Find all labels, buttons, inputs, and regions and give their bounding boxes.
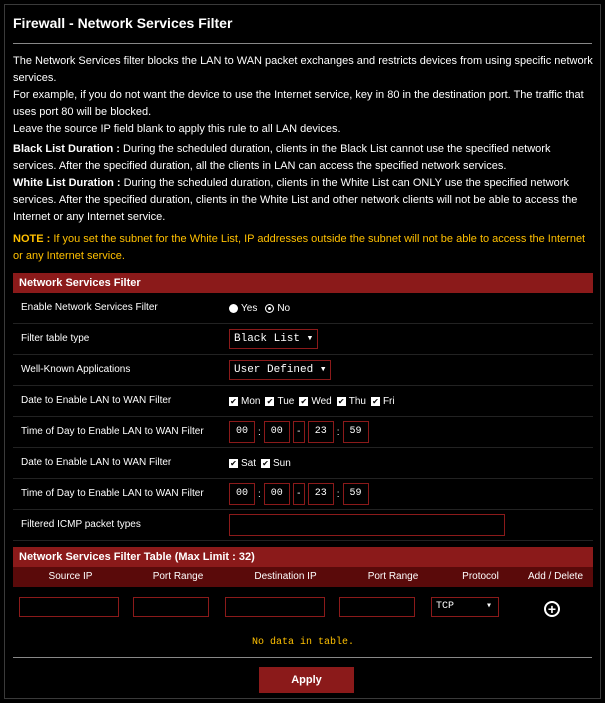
- source-port-input[interactable]: [133, 597, 209, 617]
- destination-port-input[interactable]: [339, 597, 415, 617]
- yes-radio[interactable]: [229, 303, 238, 313]
- row-time2: Time of Day to Enable LAN to WAN Filter …: [13, 479, 593, 510]
- day-label: Thu: [348, 395, 366, 407]
- chevron-down-icon: ▾: [319, 364, 327, 376]
- row-icmp: Filtered ICMP packet types: [13, 510, 593, 541]
- date2-label: Date to Enable LAN to WAN Filter: [21, 457, 172, 468]
- filter-type-select[interactable]: Black List ▾: [229, 329, 319, 349]
- col-protocol: Protocol: [462, 571, 499, 582]
- row-date2: Date to Enable LAN to WAN Filter ✔ Sat ✔ S…: [13, 448, 593, 479]
- day-checkbox[interactable]: ✔: [229, 458, 238, 468]
- desc-p3: Leave the source IP field blank to apply…: [13, 123, 341, 135]
- description: The Network Services filter blocks the L…: [13, 53, 593, 138]
- black-list-desc: Black List Duration : During the schedul…: [13, 141, 593, 175]
- day-checkbox[interactable]: ✔: [370, 396, 380, 406]
- no-label: No: [277, 302, 291, 314]
- col-source-ip: Source IP: [48, 571, 93, 582]
- row-filter-type: Filter table type Black List ▾: [13, 324, 593, 355]
- day-checkbox[interactable]: ✔: [299, 396, 309, 406]
- filter-type-value: Black List ▾: [229, 324, 319, 354]
- add-row-icon[interactable]: +: [544, 601, 560, 617]
- desc-p1: The Network Services filter blocks the L…: [13, 55, 593, 84]
- col-port-range: Port Range: [152, 571, 204, 582]
- time2-label: Time of Day to Enable LAN to WAN Filter: [21, 488, 204, 499]
- no-radio[interactable]: [265, 303, 275, 313]
- colon-separator: :: [258, 426, 261, 438]
- row-date1: Date to Enable LAN to WAN Filter ✔ Mon ✔ T…: [13, 386, 593, 417]
- start-minute-input[interactable]: 00: [263, 421, 290, 443]
- page-title: Firewall - Network Services Filter: [13, 15, 233, 31]
- note: NOTE : If you set the subnet for the Whi…: [13, 231, 593, 265]
- white-list-label: White List Duration :: [13, 177, 121, 189]
- title-divider: [13, 43, 592, 44]
- end-hour-input[interactable]: 23: [307, 483, 334, 505]
- time1-inputs: 00 : 00 - 23 : 59: [229, 417, 369, 447]
- day-checkbox[interactable]: ✔: [265, 396, 275, 406]
- day-checkbox[interactable]: ✔: [229, 396, 238, 406]
- dash-separator: -: [292, 421, 305, 443]
- end-minute-input[interactable]: 59: [342, 421, 369, 443]
- bottom-divider: [13, 657, 592, 658]
- icmp-label: Filtered ICMP packet types: [21, 519, 141, 530]
- note-label: NOTE :: [13, 233, 51, 245]
- time2-inputs: 00 : 00 - 23 : 59: [229, 479, 369, 509]
- white-list-desc: White List Duration : During the schedul…: [13, 175, 593, 226]
- date2-days: ✔ Sat ✔ Sun: [229, 448, 296, 478]
- col-add-delete: Add / Delete: [527, 571, 584, 582]
- dash-separator: -: [292, 483, 305, 505]
- day-label: Tue: [277, 395, 295, 407]
- day-label: Sat: [241, 457, 257, 469]
- destination-ip-input[interactable]: [225, 597, 325, 617]
- date1-days: ✔ Mon ✔ Tue ✔ Wed ✔ Thu ✔ Fri: [229, 386, 400, 416]
- firewall-panel: Firewall - Network Services Filter The N…: [4, 4, 601, 699]
- section-network-services-filter: Network Services Filter: [13, 273, 593, 293]
- enable-label: Enable Network Services Filter: [21, 302, 158, 313]
- row-time1: Time of Day to Enable LAN to WAN Filter …: [13, 417, 593, 448]
- filter-type-label: Filter table type: [21, 333, 90, 344]
- colon-separator: :: [336, 488, 340, 500]
- note-text: If you set the subnet for the White List…: [13, 233, 586, 262]
- start-minute-input[interactable]: 00: [263, 483, 290, 505]
- time1-label: Time of Day to Enable LAN to WAN Filter: [21, 426, 204, 437]
- desc-p2: For example, if you do not want the devi…: [13, 89, 584, 118]
- protocol-value: TCP: [436, 601, 455, 612]
- apps-select[interactable]: User Defined ▾: [229, 360, 332, 380]
- duration-desc: Black List Duration : During the schedul…: [13, 141, 593, 226]
- row-enable: Enable Network Services Filter Yes No: [13, 293, 593, 324]
- col-port-range: Port Range: [367, 571, 419, 582]
- icmp-value: [229, 510, 505, 540]
- colon-separator: :: [258, 488, 261, 500]
- chevron-down-icon: ▾: [306, 333, 314, 345]
- apps-select-value: User Defined: [234, 364, 314, 376]
- black-list-label: Black List Duration :: [13, 143, 120, 155]
- yes-label: Yes: [241, 302, 258, 314]
- section-filter-table: Network Services Filter Table (Max Limit…: [13, 547, 593, 567]
- chevron-down-icon: ▾: [485, 601, 492, 612]
- enable-radios: Yes No: [229, 293, 290, 323]
- colon-separator: :: [336, 426, 340, 438]
- date1-label: Date to Enable LAN to WAN Filter: [21, 395, 172, 406]
- start-hour-input[interactable]: 00: [229, 483, 255, 505]
- no-data-message: No data in table.: [251, 637, 355, 648]
- day-label: Wed: [311, 395, 332, 407]
- start-hour-input[interactable]: 00: [229, 421, 255, 443]
- day-checkbox[interactable]: ✔: [261, 458, 271, 468]
- day-label: Fri: [382, 395, 395, 407]
- apply-button[interactable]: Apply: [259, 667, 354, 693]
- col-destination-ip: Destination IP: [254, 571, 317, 582]
- apps-value: User Defined ▾: [229, 355, 332, 385]
- day-label: Mon: [241, 395, 261, 407]
- end-hour-input[interactable]: 23: [307, 421, 334, 443]
- filter-type-select-value: Black List: [234, 333, 301, 345]
- apps-label: Well-Known Applications: [21, 364, 131, 375]
- day-label: Sun: [273, 457, 291, 469]
- table-header: Source IP Port Range Destination IP Port…: [13, 567, 593, 587]
- source-ip-input[interactable]: [19, 597, 119, 617]
- day-checkbox[interactable]: ✔: [336, 396, 346, 406]
- icmp-input[interactable]: [229, 514, 505, 536]
- row-apps: Well-Known Applications User Defined ▾: [13, 355, 593, 386]
- end-minute-input[interactable]: 59: [342, 483, 369, 505]
- protocol-select[interactable]: TCP ▾: [431, 597, 499, 617]
